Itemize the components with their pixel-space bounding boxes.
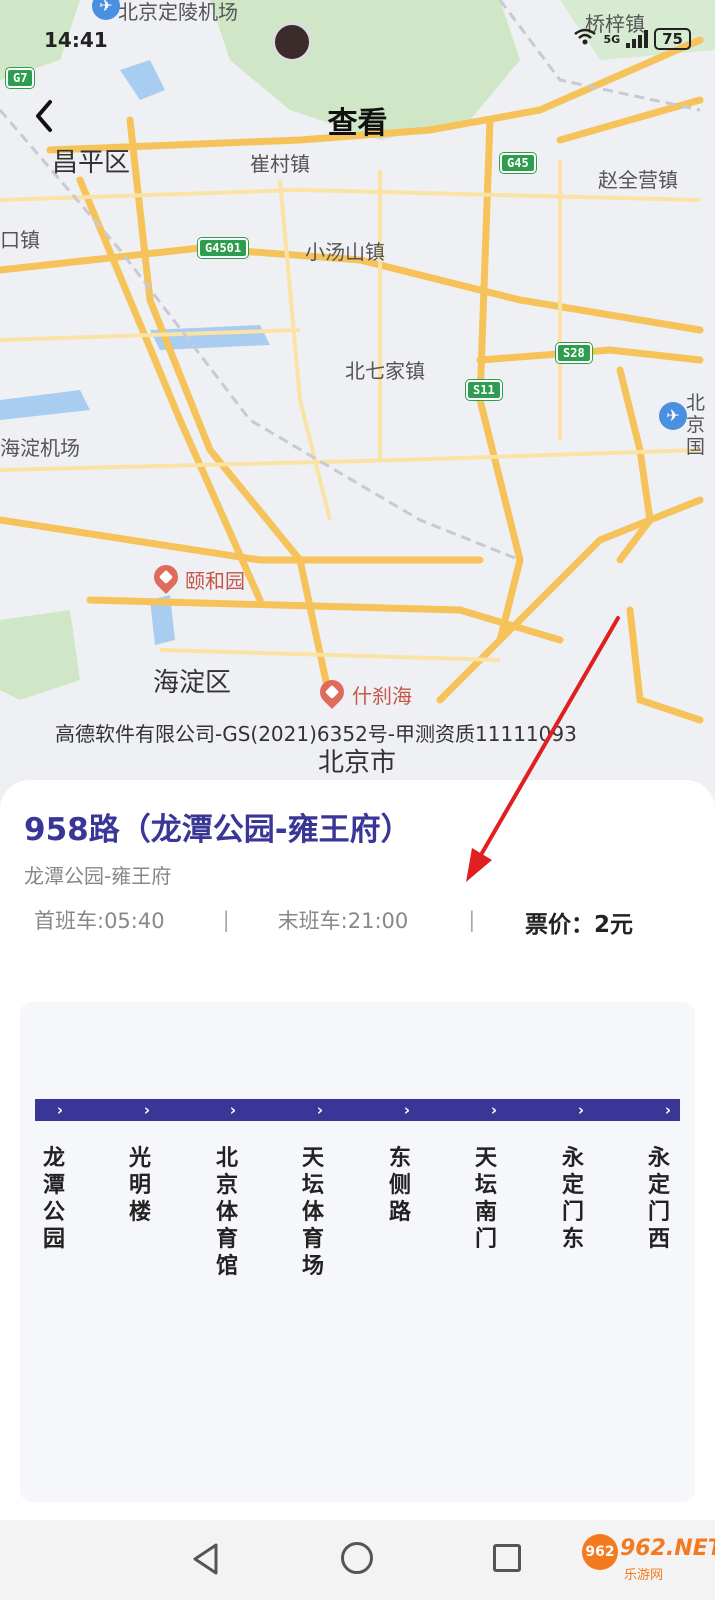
map-label-airport: 北京定陵机场 — [118, 0, 238, 24]
separator: | — [222, 908, 230, 932]
system-nav-bar: 962 962.NET 乐游网 — [0, 1520, 715, 1600]
page-title: 查看 — [327, 106, 388, 141]
stop-name[interactable]: 光明楼 — [126, 1145, 154, 1226]
watermark-logo: 962 — [582, 1534, 618, 1570]
direction-arrow-icon: › — [403, 1101, 411, 1119]
map-label-yiheyuan: 颐和园 — [185, 569, 245, 593]
direction-arrow-icon: › — [229, 1101, 237, 1119]
route-detail-sheet: 958路（龙潭公园-雍王府） 龙潭公园-雍王府 首班车:05:40 | 末班车:… — [0, 780, 715, 1520]
schedule-row: 首班车:05:40 | 末班车:21:00 | — [34, 905, 475, 935]
stop-name[interactable]: 永定门东 — [559, 1145, 587, 1253]
map-copyright: 高德软件有限公司-GS(2021)6352号-甲测资质11111093 — [55, 722, 577, 746]
direction-arrow-icon: › — [316, 1101, 324, 1119]
map-label-capital-airport: 北京国 — [686, 392, 706, 458]
map-label-beiqijia: 北七家镇 — [345, 359, 425, 383]
highway-badge: S11 — [466, 380, 502, 400]
highway-badge: G45 — [500, 153, 536, 173]
stop-name[interactable]: 东侧路 — [386, 1145, 414, 1226]
map-label-cuicun: 崔村镇 — [250, 152, 310, 176]
direction-arrow-icon: › — [143, 1101, 151, 1119]
route-subtitle: 龙潭公园-雍王府 — [24, 864, 172, 888]
stop-name[interactable]: 天坛体育场 — [299, 1145, 327, 1280]
stop-name[interactable]: 龙潭公园 — [40, 1145, 68, 1253]
direction-arrow-icon: › — [664, 1101, 672, 1119]
last-bus-time: 末班车:21:00 — [277, 909, 409, 933]
route-title: 958路（龙潭公园-雍王府） — [24, 812, 412, 848]
stop-name[interactable]: 北京体育馆 — [213, 1145, 241, 1280]
notification-avatar-icon — [272, 22, 312, 62]
first-bus-time: 首班车:05:40 — [34, 909, 165, 933]
signal-icon — [626, 30, 649, 48]
nav-recent-apps-icon[interactable] — [493, 1544, 521, 1572]
wifi-icon — [573, 28, 597, 50]
airport-icon: ✈ — [659, 402, 687, 430]
map-label-beijing: 北京市 — [318, 748, 397, 778]
map-label-changping: 昌平区 — [52, 148, 131, 178]
map-label-kou: 口镇 — [0, 228, 40, 252]
map-label-zhaoquanying: 赵全营镇 — [598, 168, 678, 192]
stops-panel[interactable]: › › › › › › › › 龙潭公园 光明楼 北京体育馆 天坛体育场 东侧路… — [20, 1002, 695, 1502]
highway-badge: S28 — [556, 343, 592, 363]
watermark-sub: 乐游网 — [624, 1568, 664, 1583]
direction-arrow-icon: › — [490, 1101, 498, 1119]
highway-badge: G7 — [6, 68, 35, 88]
network-type: 5G — [603, 32, 621, 46]
direction-arrow-icon: › — [56, 1101, 64, 1119]
ticket-price: 票价：2元 — [525, 912, 634, 938]
nav-home-icon[interactable] — [341, 1542, 373, 1574]
map-label-haidian-airport: 海淀机场 — [0, 436, 80, 460]
status-indicators: 5G 75 — [573, 28, 691, 50]
separator: | — [468, 908, 476, 932]
stop-name[interactable]: 永定门西 — [645, 1145, 673, 1253]
map-label-xiaotangshan: 小汤山镇 — [305, 240, 385, 264]
watermark-brand: 962.NET — [620, 1536, 715, 1561]
direction-arrow-icon: › — [577, 1101, 585, 1119]
battery-icon: 75 — [654, 28, 691, 50]
map-label-shichahai: 什刹海 — [352, 684, 412, 708]
stop-name[interactable]: 天坛南门 — [472, 1145, 500, 1253]
highway-badge: G4501 — [198, 238, 249, 258]
nav-back-icon[interactable] — [190, 1542, 222, 1576]
status-time: 14:41 — [44, 28, 108, 52]
route-line: › › › › › › › › — [35, 1099, 680, 1121]
map-label-haidian: 海淀区 — [153, 668, 232, 698]
